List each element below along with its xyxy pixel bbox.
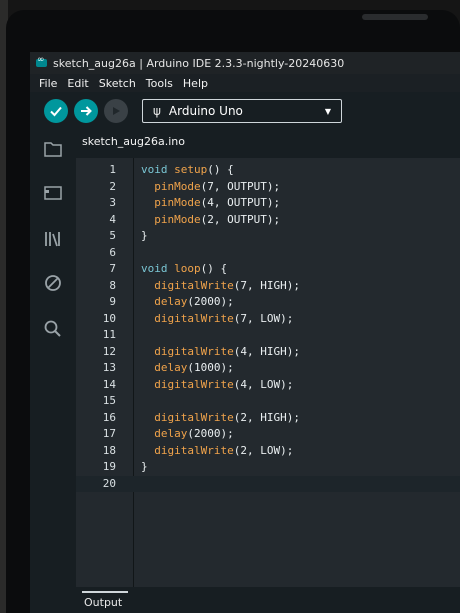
chevron-down-icon: ▼ — [324, 106, 331, 116]
menu-file[interactable]: File — [38, 77, 58, 90]
usb-icon: ψ — [153, 104, 161, 118]
line-number: 4 — [109, 212, 116, 226]
code-line[interactable]: 10 digitalWrite(7, LOW); — [76, 311, 460, 328]
code-text: void loop() { — [141, 262, 228, 275]
debug-disabled-icon[interactable] — [42, 272, 64, 294]
code-line[interactable]: 11 — [76, 327, 460, 344]
code-line[interactable]: 19} — [76, 459, 460, 476]
main-area: sketch_aug26a.ino 1 void setup() { 2 pinMo… — [30, 130, 460, 613]
code-line[interactable]: 16 digitalWrite(2, HIGH); — [76, 410, 460, 427]
code-line[interactable]: 12 digitalWrite(4, HIGH); — [76, 344, 460, 361]
menu-edit[interactable]: Edit — [66, 77, 89, 90]
folder-icon[interactable] — [42, 138, 64, 160]
debug-button[interactable] — [104, 99, 128, 123]
line-number: 6 — [109, 245, 116, 259]
code-line[interactable]: 3 pinMode(4, OUTPUT); — [76, 195, 460, 212]
code-text: pinMode(2, OUTPUT); — [154, 212, 281, 226]
editor-pane: sketch_aug26a.ino 1 void setup() { 2 pinMo… — [76, 130, 460, 613]
code-line[interactable]: 13 delay(1000); — [76, 360, 460, 377]
menu-help[interactable]: Help — [182, 77, 209, 90]
board-name: Arduino Uno — [168, 104, 243, 118]
code-line[interactable]: 7 void loop() { — [76, 261, 460, 278]
code-line[interactable]: 18 digitalWrite(2, LOW); — [76, 443, 460, 460]
check-icon — [50, 106, 62, 117]
code-text: digitalWrite(4, LOW); — [154, 377, 294, 391]
code-line[interactable]: 8 digitalWrite(7, HIGH); — [76, 278, 460, 295]
code-text: } — [141, 229, 148, 242]
code-line[interactable]: 2 pinMode(7, OUTPUT); — [76, 179, 460, 196]
line-number: 20 — [102, 476, 116, 490]
line-number: 8 — [109, 278, 116, 292]
arrow-right-icon — [81, 106, 92, 116]
title-bar: sketch_aug26a | Arduino IDE 2.3.3-nightl… — [30, 52, 460, 74]
line-number: 9 — [109, 295, 116, 308]
line-number: 7 — [109, 262, 116, 275]
line-number: 12 — [102, 344, 116, 358]
code-text: delay(2000); — [154, 295, 234, 308]
line-number: 19 — [102, 460, 116, 473]
code-line[interactable]: 5} — [76, 228, 460, 245]
verify-button[interactable] — [44, 99, 68, 123]
code-line[interactable]: 6 — [76, 245, 460, 262]
code-text: } — [141, 460, 148, 473]
output-panel-bar: Output — [76, 587, 460, 613]
line-number: 15 — [102, 394, 116, 407]
code-text: digitalWrite(4, HIGH); — [154, 344, 300, 358]
boards-manager-icon[interactable] — [42, 182, 64, 204]
line-number: 5 — [109, 229, 116, 242]
code-text: void setup() { — [141, 163, 234, 176]
line-number: 2 — [109, 179, 116, 193]
code-line[interactable]: 20 — [76, 475, 460, 493]
code-line[interactable]: 1 void setup() { — [76, 162, 460, 179]
output-tab-indicator — [82, 591, 128, 593]
board-selector[interactable]: ψ Arduino Uno ▼ — [142, 99, 342, 123]
tab-sketch-file[interactable]: sketch_aug26a.ino — [82, 135, 185, 148]
code-line[interactable]: 4 pinMode(2, OUTPUT); — [76, 212, 460, 229]
webcam-notch — [362, 14, 428, 20]
line-number: 10 — [102, 311, 116, 325]
output-tab[interactable]: Output — [84, 596, 122, 609]
code-text: digitalWrite(2, LOW); — [154, 443, 294, 457]
code-line[interactable]: 14 digitalWrite(4, LOW); — [76, 377, 460, 394]
search-icon[interactable] — [42, 318, 64, 340]
code-text: digitalWrite(2, HIGH); — [154, 410, 300, 424]
editor-tabbar: sketch_aug26a.ino — [76, 130, 460, 158]
line-number: 16 — [102, 410, 116, 424]
code-line[interactable]: 17 delay(2000); — [76, 426, 460, 443]
upload-button[interactable] — [74, 99, 98, 123]
line-number: 18 — [102, 443, 116, 457]
code-text: digitalWrite(7, LOW); — [154, 311, 294, 325]
debug-icon — [113, 107, 120, 115]
code-line[interactable]: 15 — [76, 393, 460, 410]
code-text: digitalWrite(7, HIGH); — [154, 278, 300, 292]
code-lines: 1 void setup() {2 pinMode(7, OUTPUT); 3 pi… — [76, 162, 460, 492]
line-number: 1 — [109, 163, 116, 176]
menu-tools[interactable]: Tools — [145, 77, 174, 90]
code-line[interactable]: 9 delay(2000); — [76, 294, 460, 311]
code-text: pinMode(4, OUTPUT); — [154, 196, 281, 209]
code-text: delay(2000); — [154, 427, 234, 440]
code-text: pinMode(7, OUTPUT); — [154, 179, 281, 193]
library-icon[interactable] — [42, 228, 64, 250]
menu-sketch[interactable]: Sketch — [98, 77, 137, 90]
ide-window: sketch_aug26a | Arduino IDE 2.3.3-nightl… — [30, 52, 460, 613]
menu-bar: File Edit Sketch Tools Help — [30, 74, 460, 92]
window-title: sketch_aug26a | Arduino IDE 2.3.3-nightl… — [53, 56, 345, 70]
line-number: 13 — [102, 361, 116, 374]
activity-sidebar — [30, 130, 76, 613]
arduino-app-icon — [36, 55, 47, 67]
code-editor[interactable]: 1 void setup() {2 pinMode(7, OUTPUT); 3 pi… — [76, 158, 460, 587]
line-number: 17 — [102, 427, 116, 440]
line-number: 11 — [102, 328, 116, 341]
toolbar: ψ Arduino Uno ▼ — [30, 92, 460, 130]
line-number: 3 — [109, 196, 116, 209]
code-text: delay(1000); — [154, 361, 234, 374]
line-number: 14 — [102, 377, 116, 391]
